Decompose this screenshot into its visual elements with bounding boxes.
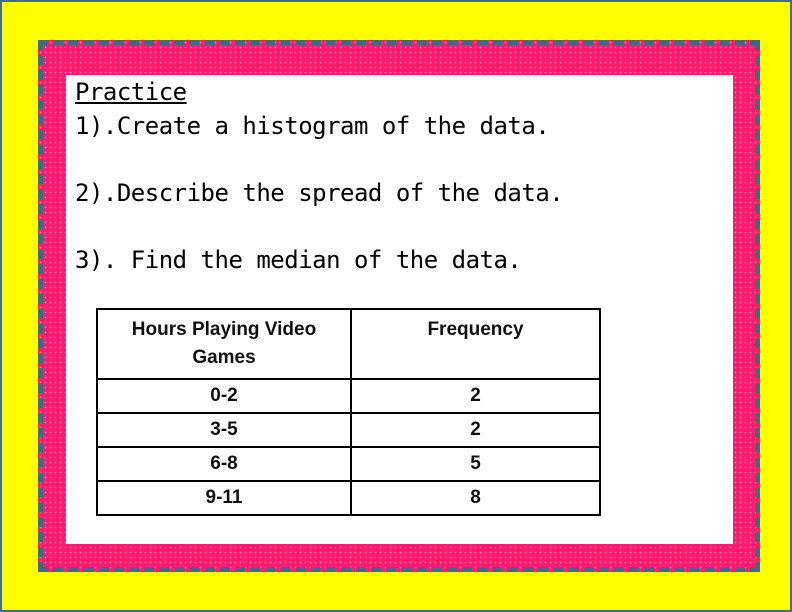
header-hours: Hours Playing Video Games	[96, 308, 352, 380]
question-2: 2).Describe the spread of the data.	[75, 179, 564, 207]
cell-frequency: 2	[350, 412, 601, 448]
table-header-row: Hours Playing Video Games Frequency	[96, 308, 601, 380]
question-3: 3). Find the median of the data.	[75, 246, 522, 274]
table-row: 9-11 8	[96, 480, 601, 516]
heading: Practice	[75, 78, 187, 106]
cell-hours: 6-8	[96, 446, 352, 482]
header-frequency: Frequency	[350, 308, 601, 380]
table-row: 0-2 2	[96, 378, 601, 414]
cell-frequency: 5	[350, 446, 601, 482]
table-row: 6-8 5	[96, 446, 601, 482]
cell-hours: 9-11	[96, 480, 352, 516]
cell-frequency: 2	[350, 378, 601, 414]
question-1: 1).Create a histogram of the data.	[75, 112, 550, 140]
cell-frequency: 8	[350, 480, 601, 516]
table-row: 3-5 2	[96, 412, 601, 448]
frequency-table: Hours Playing Video Games Frequency 0-2 …	[96, 308, 601, 516]
cell-hours: 0-2	[96, 378, 352, 414]
cell-hours: 3-5	[96, 412, 352, 448]
